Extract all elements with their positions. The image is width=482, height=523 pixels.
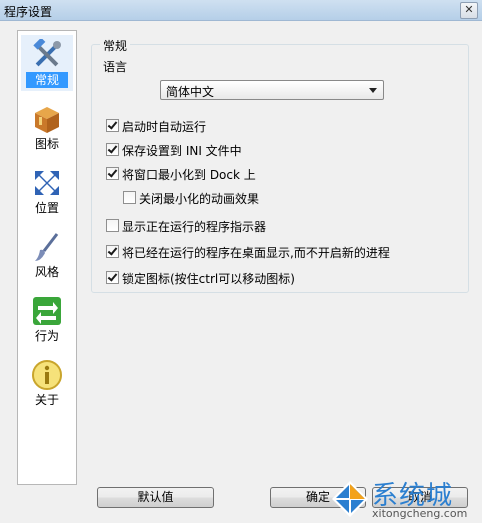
language-label: 语言 xyxy=(103,60,128,74)
box-icon xyxy=(35,107,59,133)
window-title: 程序设置 xyxy=(4,5,53,19)
checkbox[interactable] xyxy=(106,219,119,232)
settings-sidebar: 常规 图标 位置 风格 行为 关于 xyxy=(17,30,77,485)
checkbox[interactable] xyxy=(106,143,119,156)
tools-icon xyxy=(33,39,61,67)
swap-icon xyxy=(33,297,61,325)
option-label: 显示正在运行的程序指示器 xyxy=(122,220,267,234)
sidebar-item-icons[interactable]: 图标 xyxy=(21,99,73,155)
title-bar: 程序设置 ✕ xyxy=(0,0,482,21)
checkbox[interactable] xyxy=(106,167,119,180)
language-select[interactable]: 简体中文 xyxy=(160,80,384,100)
arrows-icon xyxy=(35,171,59,195)
option-label: 保存设置到 INI 文件中 xyxy=(122,144,242,158)
sidebar-item-about[interactable]: 关于 xyxy=(21,355,73,411)
sidebar-item-label: 关于 xyxy=(34,393,59,407)
checkbox[interactable] xyxy=(106,271,119,284)
option-label: 将已经在运行的程序在桌面显示,而不开启新的进程 xyxy=(122,246,390,260)
sidebar-item-label: 行为 xyxy=(34,329,59,343)
sidebar-item-label: 图标 xyxy=(34,137,59,151)
watermark: 系统城 xitongcheng.com xyxy=(330,473,482,523)
option-label: 锁定图标(按住ctrl可以移动图标) xyxy=(122,272,295,286)
sidebar-item-label: 常规 xyxy=(26,72,68,88)
sidebar-item-behavior[interactable]: 行为 xyxy=(21,291,73,347)
checkbox[interactable] xyxy=(106,119,119,132)
sidebar-item-style[interactable]: 风格 xyxy=(21,227,73,283)
info-icon xyxy=(32,360,62,390)
option-label: 关闭最小化的动画效果 xyxy=(139,192,260,206)
watermark-domain: xitongcheng.com xyxy=(372,507,468,520)
checkbox[interactable] xyxy=(106,245,119,258)
group-title: 常规 xyxy=(100,37,131,54)
close-icon: ✕ xyxy=(464,3,474,16)
brush-icon xyxy=(35,233,59,261)
sidebar-item-position[interactable]: 位置 xyxy=(21,163,73,219)
close-button[interactable]: ✕ xyxy=(460,2,478,19)
default-button[interactable]: 默认值 xyxy=(97,487,214,508)
sidebar-item-label: 位置 xyxy=(34,201,59,215)
checkbox[interactable] xyxy=(123,191,136,204)
windows-logo-icon xyxy=(332,481,368,517)
sidebar-item-label: 风格 xyxy=(34,265,59,279)
sidebar-item-general[interactable]: 常规 xyxy=(21,35,73,91)
option-label: 将窗口最小化到 Dock 上 xyxy=(122,168,256,182)
language-value: 简体中文 xyxy=(166,85,215,99)
chevron-down-icon xyxy=(369,88,377,93)
option-label: 启动时自动运行 xyxy=(122,120,207,134)
